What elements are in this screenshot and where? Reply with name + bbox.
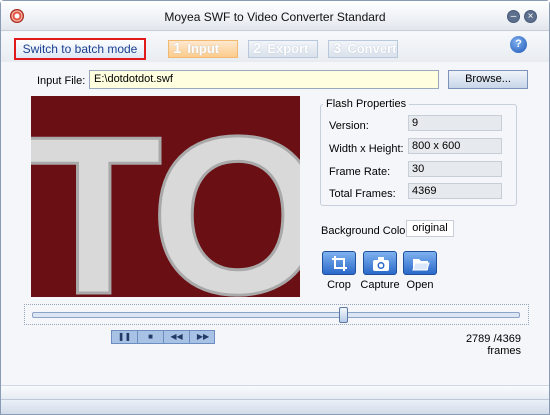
camera-icon <box>373 257 389 271</box>
toolbar: Switch to batch mode 1 Input 2 Export 3 Con… <box>1 32 549 62</box>
folder-icon <box>412 259 430 271</box>
open-button[interactable] <box>403 251 437 275</box>
rewind-button[interactable]: ◀◀ <box>164 331 190 343</box>
close-icon[interactable]: × <box>524 10 537 23</box>
help-icon[interactable]: ? <box>510 36 527 53</box>
browse-button[interactable]: Browse... <box>448 70 528 89</box>
pause-button[interactable]: ❚❚ <box>112 331 138 343</box>
preview-frame: TO <box>31 96 300 297</box>
forward-button[interactable]: ▶▶ <box>190 331 216 343</box>
stop-button[interactable]: ■ <box>138 331 164 343</box>
version-value: 9 <box>408 115 502 131</box>
background-color-label: Background Color: <box>321 225 413 237</box>
step-number: 2 <box>253 40 262 57</box>
total-frames-label: Total Frames: <box>329 188 396 200</box>
window-title: Moyea SWF to Video Converter Standard <box>164 10 386 24</box>
input-panel: Input File: E:\dotdotdot.swf Browse... T… <box>24 68 530 305</box>
version-label: Version: <box>329 120 369 132</box>
minimize-icon[interactable]: – <box>507 10 520 23</box>
app-window: Moyea SWF to Video Converter Standard – … <box>0 0 550 415</box>
video-preview: TO <box>31 96 300 297</box>
playback-controls: ❚❚ ■ ◀◀ ▶▶ <box>111 330 215 344</box>
dimensions-value: 800 x 600 <box>408 138 502 154</box>
switch-batch-mode-button[interactable]: Switch to batch mode <box>14 38 146 60</box>
step-input-tab[interactable]: 1 Input <box>168 40 238 58</box>
capture-button[interactable] <box>363 251 397 275</box>
flash-properties-title: Flash Properties <box>323 98 410 110</box>
step-label: Convert <box>347 41 397 56</box>
step-convert-tab[interactable]: 3 Convert <box>328 40 398 58</box>
frame-rate-value: 30 <box>408 161 502 177</box>
input-file-field[interactable]: E:\dotdotdot.swf <box>89 70 439 89</box>
bottom-bar <box>1 399 549 414</box>
total-frames-value: 4369 <box>408 183 502 199</box>
crop-button[interactable] <box>322 251 356 275</box>
frame-counter: 2789 /4369 frames <box>465 333 521 357</box>
crop-icon <box>332 256 347 271</box>
input-file-label: Input File: <box>37 75 86 87</box>
seek-thumb[interactable] <box>338 307 348 323</box>
step-label: Input <box>187 41 220 56</box>
preview-text: TO <box>31 96 300 297</box>
open-label: Open <box>406 279 434 291</box>
step-label: Export <box>267 41 309 56</box>
dimensions-label: Width x Height: <box>329 143 404 155</box>
step-number: 1 <box>173 40 182 57</box>
frame-rate-label: Frame Rate: <box>329 166 391 178</box>
background-color-field[interactable]: original <box>406 220 454 237</box>
step-export-tab[interactable]: 2 Export <box>248 40 318 58</box>
seek-area <box>24 304 529 325</box>
status-bar <box>1 385 549 399</box>
title-bar[interactable]: Moyea SWF to Video Converter Standard – … <box>1 1 549 31</box>
seek-track[interactable] <box>32 312 520 318</box>
step-number: 3 <box>333 40 342 57</box>
